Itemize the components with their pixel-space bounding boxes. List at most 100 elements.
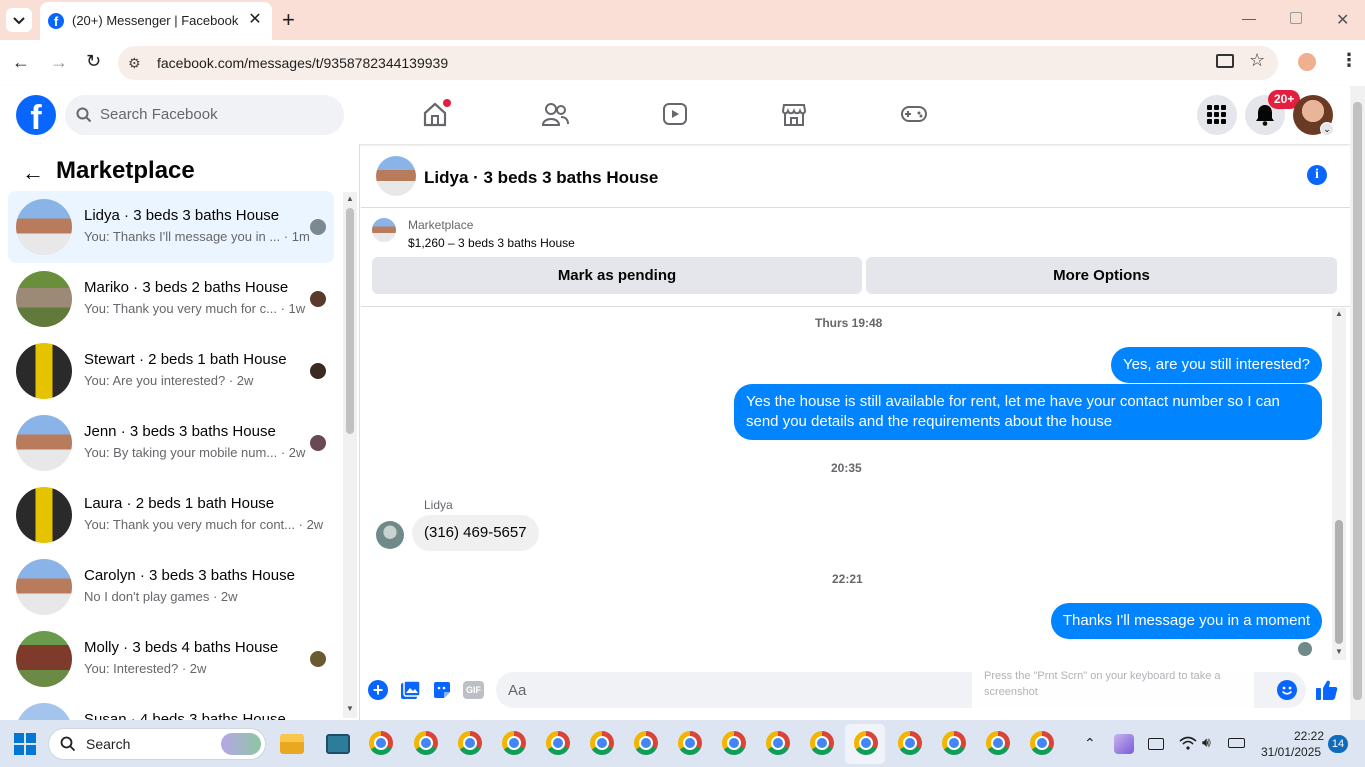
bookmark-star-icon[interactable]: ☆ [1249,50,1265,71]
sender-name: Lidya [424,498,453,512]
chrome-profile-icon[interactable] [546,731,570,755]
show-hidden-icons-icon[interactable]: ⌃ [1084,735,1096,752]
chrome-profile-icon-active[interactable] [854,731,878,755]
windows-start-icon[interactable] [14,733,36,755]
friends-icon[interactable] [541,101,569,127]
minimize-icon[interactable]: — [1242,10,1260,28]
tab-search-button[interactable] [6,8,32,32]
gif-icon[interactable]: GIF [463,681,484,699]
chrome-profile-icon[interactable] [634,731,658,755]
conversation-item[interactable]: Mariko · 3 beds 2 baths House You: Thank… [8,263,334,335]
browser-menu-icon[interactable]: ⋮ [1340,50,1358,71]
watch-video-icon[interactable] [662,102,688,126]
taskbar-time[interactable]: 22:22 [1294,729,1324,743]
app-icon[interactable] [326,734,350,754]
facebook-logo-icon[interactable]: f [16,95,56,135]
conversation-item[interactable]: Molly · 3 beds 4 baths House You: Intere… [8,623,334,695]
url-text[interactable]: facebook.com/messages/t/9358782344139939 [157,55,448,71]
chat-scrollbar-thumb[interactable] [1335,520,1343,644]
conversation-item[interactable]: Susan · 4 beds 3 baths House [8,695,334,720]
conversation-name: Lidya · 3 beds 3 baths House [84,207,280,224]
outgoing-message[interactable]: Thanks I'll message you in a moment [1050,603,1322,639]
chrome-profile-icon[interactable] [898,731,922,755]
listing-detail[interactable]: $1,260 – 3 beds 3 baths House [408,236,575,250]
pen-icon[interactable] [1114,734,1134,754]
more-options-button[interactable]: More Options [866,257,1337,294]
outgoing-message[interactable]: Yes, are you still interested? [1110,347,1322,383]
attach-photo-icon[interactable] [400,680,421,700]
conversation-item[interactable]: Laura · 2 beds 1 bath House You: Thank y… [8,479,334,551]
profile-avatar-icon[interactable] [1298,53,1316,71]
thumbs-up-icon[interactable] [1315,678,1339,702]
chrome-profile-icon[interactable] [1030,731,1054,755]
gaming-icon[interactable] [900,103,928,125]
listing-thumbnail [16,703,72,720]
seen-avatar [310,363,326,379]
chrome-profile-icon[interactable] [458,731,482,755]
chat-title[interactable]: Lidya · 3 beds 3 baths House [424,168,658,188]
sidebar-scrollbar[interactable]: ▲ ▼ [343,192,357,718]
sidebar-scroll-up-icon[interactable]: ▲ [346,194,354,203]
chat-scroll-up-icon[interactable]: ▲ [1335,309,1343,318]
listing-thumbnail [16,415,72,471]
listing-thumbnail [16,487,72,543]
incoming-message[interactable]: (316) 469-5657 [412,515,539,551]
volume-icon[interactable]: 🔊︎ [1202,734,1211,751]
conversation-item[interactable]: Jenn · 3 beds 3 baths House You: By taki… [8,407,334,479]
site-info-icon[interactable]: ⚙ [128,55,141,72]
conversation-item[interactable]: Stewart · 2 beds 1 bath House You: Are y… [8,335,334,407]
sidebar-scrollbar-thumb[interactable] [346,208,354,434]
page-scrollbar-thumb[interactable] [1353,102,1362,700]
chrome-profile-icon[interactable] [678,731,702,755]
chrome-profile-icon[interactable] [590,731,614,755]
chrome-profile-icon[interactable] [722,731,746,755]
more-actions-icon[interactable]: + [368,680,388,700]
chrome-profile-icon[interactable] [942,731,966,755]
account-chevron-icon[interactable]: ⌄ [1320,122,1334,136]
chat-scroll-down-icon[interactable]: ▼ [1335,647,1343,656]
chrome-profile-icon[interactable] [369,731,393,755]
listing-thumbnail [16,343,72,399]
battery-icon[interactable] [1228,738,1245,748]
conversation-item[interactable]: Lidya · 3 beds 3 baths House You: Thanks… [8,191,334,263]
new-tab-icon[interactable]: + [282,8,302,32]
window-close-icon[interactable]: ✕ [1336,10,1352,29]
outgoing-message[interactable]: Yes the house is still available for ren… [734,384,1322,440]
forward-icon[interactable]: → [50,52,68,73]
sender-avatar[interactable] [376,521,404,549]
chrome-profile-icon[interactable] [414,731,438,755]
notification-count-badge[interactable]: 14 [1328,735,1348,753]
install-app-icon[interactable] [1216,54,1234,68]
taskbar-search-text: Search [86,736,131,752]
chat-scrollbar[interactable]: ▲ ▼ [1332,308,1346,660]
message-input-placeholder: Aa [508,682,527,699]
menu-grid-button[interactable] [1197,95,1237,135]
restore-icon[interactable] [1290,12,1302,24]
conversation-item[interactable]: Carolyn · 3 beds 3 baths House No I don'… [8,551,334,623]
file-explorer-icon[interactable] [280,734,304,754]
chrome-profile-icon[interactable] [810,731,834,755]
marketplace-icon[interactable] [781,101,807,127]
chrome-profile-icon[interactable] [502,731,526,755]
taskbar-search-box[interactable] [48,728,266,760]
listing-thumbnail-small[interactable] [372,218,396,242]
sticker-icon[interactable] [432,680,452,700]
conversation-name: Molly · 3 beds 4 baths House [84,639,279,656]
conversation-name: Susan · 4 beds 3 baths House [84,711,286,720]
chrome-profile-icon[interactable] [986,731,1010,755]
sidebar-scroll-down-icon[interactable]: ▼ [346,704,354,713]
wifi-icon[interactable] [1179,736,1197,750]
back-arrow-icon[interactable]: ← [22,160,44,186]
reload-icon[interactable]: ↻ [86,51,101,72]
info-icon[interactable]: i [1307,165,1327,185]
keyboard-icon[interactable] [1148,738,1164,750]
chat-listing-avatar[interactable] [376,156,416,196]
tab-close-icon[interactable]: ✕ [246,11,264,29]
browser-tab-bar: f ✕ (20+) Messenger | Facebook + — ✕ [0,0,1365,40]
chrome-profile-icon[interactable] [766,731,790,755]
mark-as-pending-button[interactable]: Mark as pending [372,257,862,294]
back-icon[interactable]: ← [12,52,30,73]
page-scrollbar[interactable] [1350,86,1365,720]
search-placeholder: Search Facebook [100,106,218,123]
taskbar-date[interactable]: 31/01/2025 [1261,745,1321,759]
